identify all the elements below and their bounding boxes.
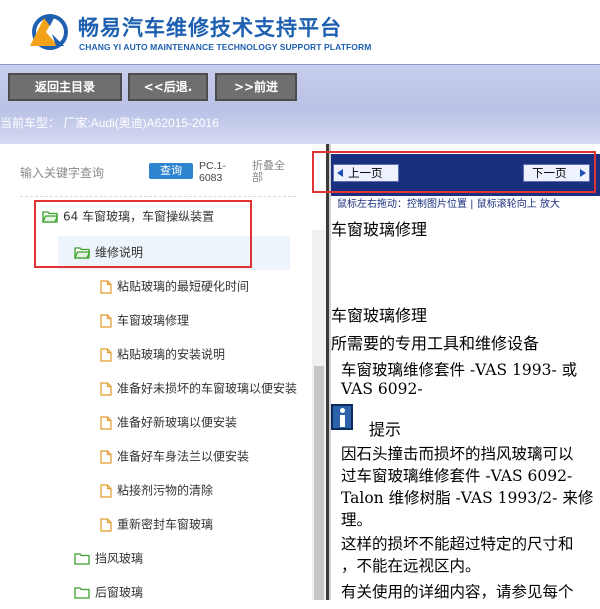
tree-item-windshield[interactable]: 挡风玻璃: [74, 542, 143, 574]
back-button[interactable]: <<后退.: [128, 73, 208, 101]
doc-text-line: 这样的损坏不能超过特定的尺寸和: [341, 535, 574, 553]
tree-item-doc[interactable]: 车窗玻璃修理: [100, 304, 189, 336]
app-header: 畅易汽车维修技术支持平台 CHANG YI AUTO MAINTENANCE T…: [0, 0, 600, 62]
current-vehicle-text: 当前车型： 厂家:Audi(奥迪)A62015-2016: [0, 116, 219, 130]
search-input[interactable]: 输入关键字查询: [20, 164, 104, 181]
doc-text-line: ，不能在远视区内。: [341, 557, 481, 575]
document-icon: [100, 347, 112, 362]
document-viewer: 上一页 下一页 鼠标左右拖动：控制图片位置 | 鼠标滚轮向上 放大 车窗玻璃修理…: [331, 144, 600, 600]
doc-text-line: 过车窗玻璃维修套件 -VAS 6092-: [341, 467, 573, 485]
tree-item-doc[interactable]: 粘贴玻璃的最短硬化时间: [100, 270, 249, 302]
pc-code: PC.1-6083: [199, 160, 226, 184]
collapse-all-link[interactable]: 折叠全部: [252, 160, 292, 184]
home-button[interactable]: 返回主目录: [8, 73, 122, 101]
tree-item-doc[interactable]: 粘贴玻璃的安装说明: [100, 338, 225, 370]
note-label: 提示: [369, 420, 402, 439]
document-icon: [100, 517, 112, 532]
doc-text-line: Talon 维修树脂 -VAS 1993/2- 来修: [341, 489, 594, 507]
document-page: 车窗玻璃修理 车窗玻璃修理 所需要的专用工具和维修设备 车窗玻璃维修套件 -VA…: [331, 144, 600, 600]
document-icon: [100, 449, 112, 464]
doc-section-title: 车窗玻璃修理: [331, 306, 428, 325]
brand-title: 畅易汽车维修技术支持平台: [78, 16, 342, 40]
tree-item-doc[interactable]: 重新密封车窗玻璃: [100, 508, 213, 540]
doc-heading: 车窗玻璃修理: [331, 220, 428, 239]
tree-item-doc[interactable]: 准备好新玻璃以便安装: [100, 406, 237, 438]
tree-item-doc[interactable]: 准备好未损坏的车窗玻璃以便安装: [100, 372, 297, 404]
forward-button[interactable]: >>前进: [215, 73, 297, 101]
tree-item-doc[interactable]: 粘接剂污物的清除: [100, 474, 213, 506]
divider: [20, 196, 296, 197]
info-icon: [331, 404, 353, 430]
document-icon: [100, 483, 112, 498]
document-icon: [100, 415, 112, 430]
highlight-box-tree: [34, 200, 252, 268]
toolbar: 返回主目录 <<后退. >>前进: [0, 64, 600, 111]
highlight-box-pager: [312, 151, 596, 193]
doc-text-line: 车窗玻璃维修套件 -VAS 1993- 或: [341, 361, 578, 379]
brand-subtitle: CHANG YI AUTO MAINTENANCE TECHNOLOGY SUP…: [79, 42, 372, 52]
tree-item-rear-window[interactable]: 后窗玻璃: [74, 576, 143, 608]
doc-text-line: VAS 6092-: [341, 380, 423, 398]
doc-text-line: 理。: [341, 511, 373, 529]
folder-icon: [74, 587, 90, 599]
document-icon: [100, 381, 112, 396]
folder-icon: [74, 553, 90, 565]
doc-text-line: 有关使用的详细内容，请参见每个: [341, 583, 574, 600]
document-icon: [100, 279, 112, 294]
doc-text-line: 因石头撞击而损坏的挡风玻璃可以: [341, 445, 574, 463]
tree-item-doc[interactable]: 准备好车身法兰以便安装: [100, 440, 249, 472]
document-icon: [100, 313, 112, 328]
tree-scrollbar-thumb[interactable]: [314, 366, 324, 600]
cy-logo-icon: [30, 14, 68, 50]
search-button[interactable]: 查询: [149, 163, 193, 179]
catalog-panel: 输入关键字查询 查询 PC.1-6083 折叠全部 64 车窗玻璃，车窗操纵装置…: [0, 144, 326, 600]
doc-subtitle: 所需要的专用工具和维修设备: [331, 334, 540, 353]
vehicle-bar: 当前车型： 厂家:Audi(奥迪)A62015-2016: [0, 110, 600, 144]
